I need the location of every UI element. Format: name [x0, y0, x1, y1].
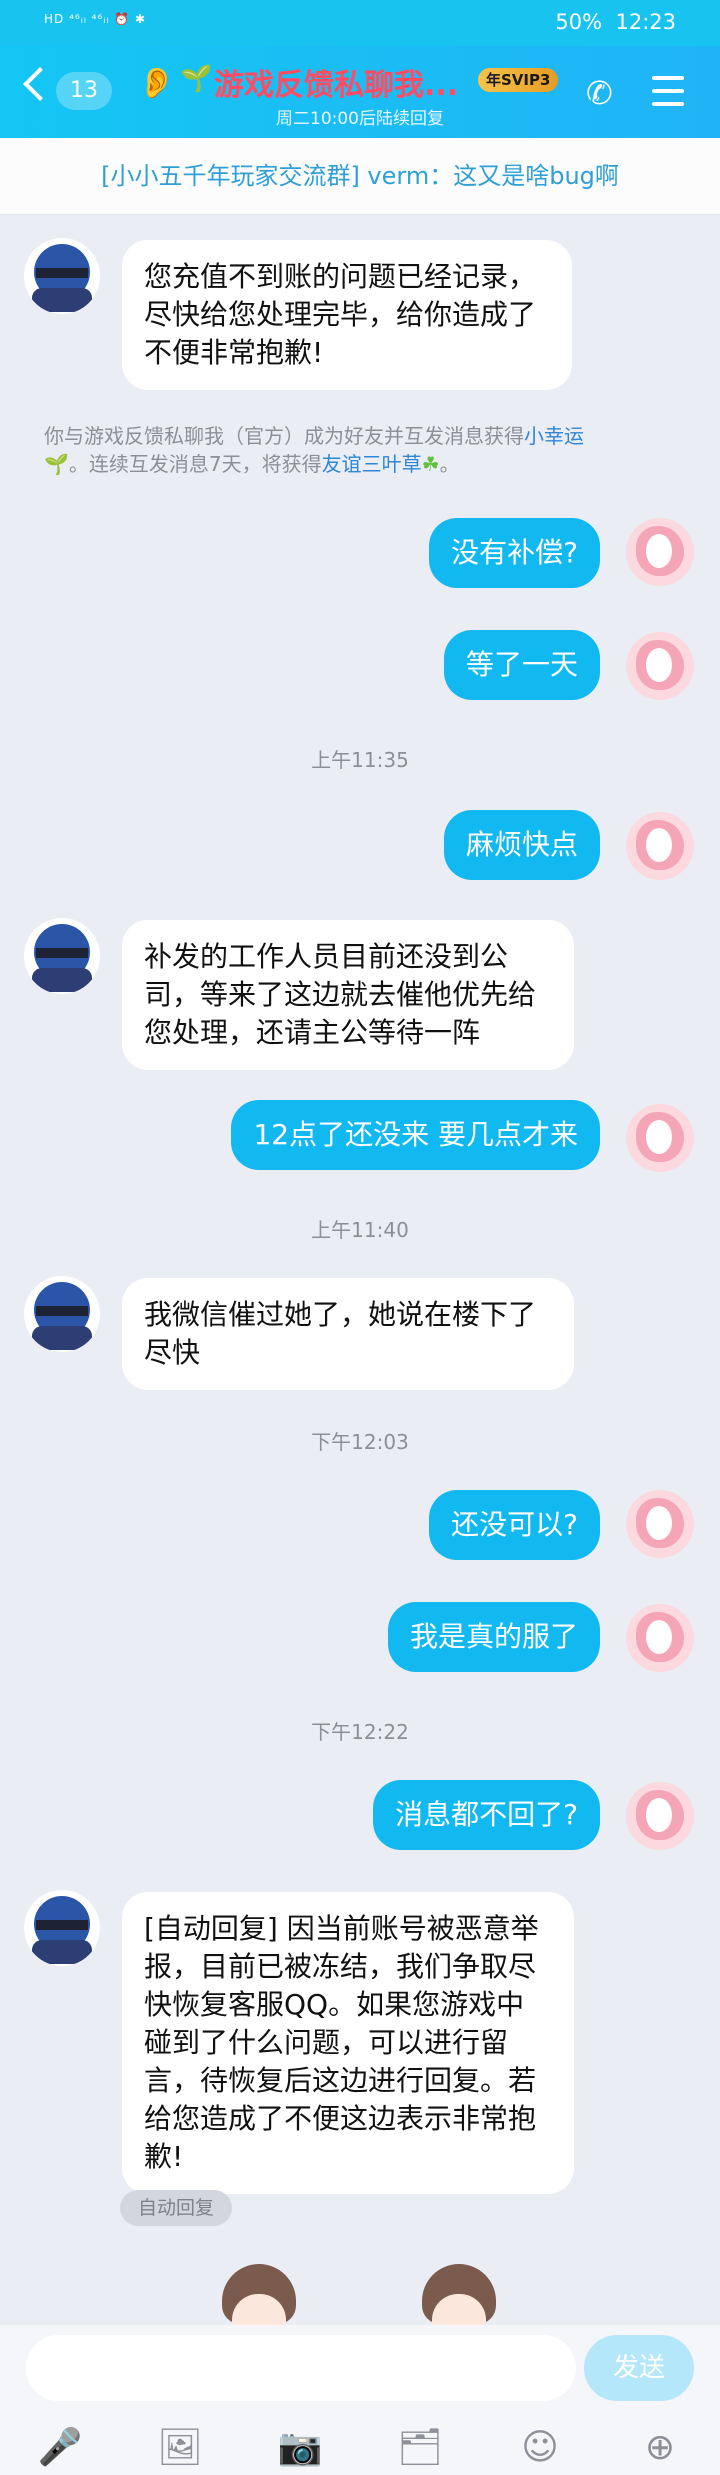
chat-header: 13 👂 🌱 游戏反馈私聊我... 年SVIP3 周二10:00后陆续回复 ✆ — [0, 46, 720, 138]
timestamp: 下午12:22 — [311, 1720, 409, 1744]
timestamp: 下午12:03 — [311, 1430, 409, 1454]
my-avatar[interactable] — [626, 1782, 694, 1850]
send-button[interactable]: 发送 — [584, 2335, 694, 2401]
my-avatar[interactable] — [626, 1604, 694, 1672]
contact-avatar[interactable] — [24, 918, 100, 994]
lucky-link[interactable]: 小幸运 — [524, 424, 584, 448]
timestamp: 上午11:40 — [311, 1218, 409, 1242]
message-bubble-outgoing[interactable]: 没有补偿? — [429, 518, 600, 588]
emoji-icon[interactable]: ☺ — [516, 2425, 564, 2471]
my-avatar[interactable] — [626, 632, 694, 700]
mic-icon[interactable]: 🎤 — [36, 2425, 84, 2471]
chat-title[interactable]: 游戏反馈私聊我... — [214, 60, 458, 104]
contact-avatar[interactable] — [24, 238, 100, 314]
camera-icon[interactable]: 📷 — [276, 2425, 324, 2471]
contact-avatar[interactable] — [24, 1276, 100, 1352]
message-bubble-outgoing[interactable]: 还没可以? — [429, 1490, 600, 1560]
timestamp: 上午11:35 — [311, 748, 409, 772]
image-icon[interactable]: 🖼 — [156, 2425, 204, 2471]
plus-icon[interactable]: ⊕ — [636, 2425, 684, 2471]
my-avatar[interactable] — [626, 1490, 694, 1558]
my-avatar[interactable] — [626, 812, 694, 880]
message-bubble-incoming[interactable]: 我微信催过她了，她说在楼下了尽快 — [122, 1278, 574, 1390]
message-bubble-outgoing[interactable]: 麻烦快点 — [443, 810, 600, 880]
message-bubble-incoming[interactable]: [自动回复] 因当前账号被恶意举报，目前已被冻结，我们争取尽快恢复客服QQ。如果… — [122, 1892, 574, 2194]
message-bubble-outgoing[interactable]: 12点了还没来 要几点才来 — [231, 1100, 600, 1170]
status-icons: HD ⁴⁶ᵢₗ ⁴⁶ᵢₗ ⏰ ✱ — [44, 12, 147, 26]
clover-icon: ☘ — [421, 452, 440, 476]
status-bar: HD ⁴⁶ᵢₗ ⁴⁶ᵢₗ ⏰ ✱ 50% 12:23 — [0, 0, 720, 46]
clock: 12:23 — [615, 10, 676, 34]
composer-bar: 发送 🎤 🖼 📷 🗂 ☺ ⊕ — [0, 2325, 720, 2475]
sprout-icon: 🌱 — [44, 452, 69, 476]
battery-level: 50% — [555, 10, 603, 34]
friendship-notice: 你与游戏反馈私聊我（官方）成为好友并互发消息获得小幸运 🌱。连续互发消息7天，将… — [44, 424, 584, 476]
clover-link[interactable]: 友谊三叶草 — [322, 452, 422, 476]
message-bubble-outgoing[interactable]: 消息都不回了? — [373, 1780, 600, 1850]
message-bubble-outgoing[interactable]: 等了一天 — [443, 630, 600, 700]
my-avatar[interactable] — [626, 518, 694, 586]
ear-icon[interactable]: 👂 — [138, 66, 175, 101]
toolbar: 🎤 🖼 📷 🗂 ☺ ⊕ — [0, 2425, 720, 2475]
contact-avatar[interactable] — [24, 1890, 100, 1966]
message-bubble-incoming[interactable]: 您充值不到账的问题已经记录，尽快给您处理完毕，给你造成了不便非常抱歉! — [122, 240, 572, 390]
sprout-icon: 🌱 — [180, 64, 213, 94]
file-icon[interactable]: 🗂 — [396, 2425, 444, 2471]
auto-reply-tag: 自动回复 — [120, 2190, 232, 2226]
phone-icon[interactable]: ✆ — [586, 74, 613, 112]
pinned-group-message[interactable]: [小小五千年玩家交流群] verm：这又是啥bug啊 — [0, 138, 720, 215]
back-icon[interactable] — [23, 67, 57, 101]
message-input[interactable] — [26, 2335, 576, 2401]
status-right: 50% 12:23 — [555, 10, 676, 34]
menu-icon[interactable] — [652, 76, 684, 115]
my-avatar[interactable] — [626, 1104, 694, 1172]
message-bubble-outgoing[interactable]: 我是真的服了 — [387, 1602, 600, 1672]
message-bubble-incoming[interactable]: 补发的工作人员目前还没到公司，等来了这边就去催他优先给您处理，还请主公等待一阵 — [122, 920, 574, 1070]
vip-badge: 年SVIP3 — [478, 68, 559, 92]
